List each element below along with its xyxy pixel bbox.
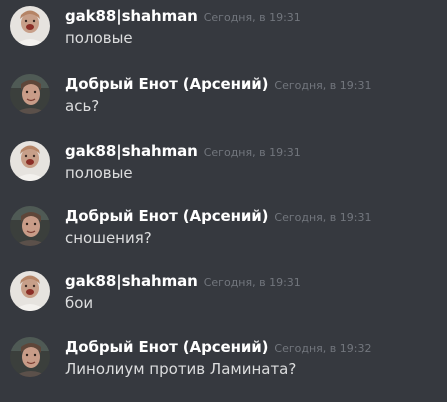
avatar-light-image bbox=[10, 6, 50, 46]
username[interactable]: Добрый Енот (Арсений) bbox=[65, 338, 269, 356]
message-text: половые bbox=[65, 29, 133, 47]
user-avatar[interactable] bbox=[10, 141, 50, 181]
avatar-light-image bbox=[10, 141, 50, 181]
timestamp: Сегодня, в 19:31 bbox=[203, 146, 301, 159]
message-text: бои bbox=[65, 294, 94, 312]
chat-message: gak88|shahman Сегодня, в 19:31 бои bbox=[0, 271, 447, 331]
avatar-dark-image bbox=[10, 74, 50, 114]
message-text: Линолиум против Ламината? bbox=[65, 360, 297, 378]
user-avatar[interactable] bbox=[10, 74, 50, 114]
chat-message: Добрый Енот (Арсений) Сегодня, в 19:31 сн… bbox=[0, 206, 447, 266]
username[interactable]: gak88|shahman bbox=[65, 142, 198, 160]
message-header: Добрый Енот (Арсений) Сегодня, в 19:32 bbox=[65, 338, 371, 358]
message-header: Добрый Енот (Арсений) Сегодня, в 19:31 bbox=[65, 75, 371, 95]
timestamp: Сегодня, в 19:32 bbox=[274, 342, 372, 355]
username[interactable]: Добрый Енот (Арсений) bbox=[65, 207, 269, 225]
chat-message: gak88|shahman Сегодня, в 19:31 половые bbox=[0, 141, 447, 201]
message-text: ась? bbox=[65, 97, 100, 115]
chat-message-list: gak88|shahman Сегодня, в 19:31 половые До… bbox=[0, 0, 447, 402]
username[interactable]: gak88|shahman bbox=[65, 7, 198, 25]
user-avatar[interactable] bbox=[10, 337, 50, 377]
message-header: Добрый Енот (Арсений) Сегодня, в 19:31 bbox=[65, 207, 371, 227]
user-avatar[interactable] bbox=[10, 6, 50, 46]
user-avatar[interactable] bbox=[10, 271, 50, 311]
timestamp: Сегодня, в 19:31 bbox=[274, 79, 372, 92]
user-avatar[interactable] bbox=[10, 206, 50, 246]
chat-message: Добрый Енот (Арсений) Сегодня, в 19:31 ас… bbox=[0, 74, 447, 134]
chat-message: Добрый Енот (Арсений) Сегодня, в 19:32 Ли… bbox=[0, 337, 447, 397]
timestamp: Сегодня, в 19:31 bbox=[203, 11, 301, 24]
avatar-dark-image bbox=[10, 337, 50, 377]
message-header: gak88|shahman Сегодня, в 19:31 bbox=[65, 142, 301, 162]
message-text: половые bbox=[65, 164, 133, 182]
timestamp: Сегодня, в 19:31 bbox=[203, 276, 301, 289]
timestamp: Сегодня, в 19:31 bbox=[274, 211, 372, 224]
message-header: gak88|shahman Сегодня, в 19:31 bbox=[65, 272, 301, 292]
message-header: gak88|shahman Сегодня, в 19:31 bbox=[65, 7, 301, 27]
username[interactable]: Добрый Енот (Арсений) bbox=[65, 75, 269, 93]
chat-message: gak88|shahman Сегодня, в 19:31 половые bbox=[0, 6, 447, 66]
avatar-dark-image bbox=[10, 206, 50, 246]
username[interactable]: gak88|shahman bbox=[65, 272, 198, 290]
avatar-light-image bbox=[10, 271, 50, 311]
message-text: сношения? bbox=[65, 229, 152, 247]
